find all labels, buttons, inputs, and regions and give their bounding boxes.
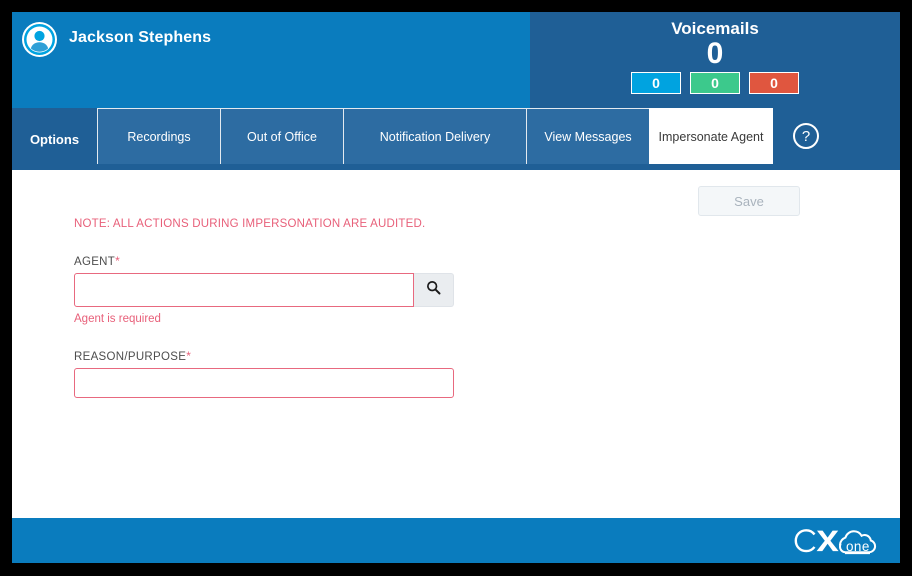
audit-note: NOTE: ALL ACTIONS DURING IMPERSONATION A…	[74, 218, 426, 230]
cxone-logo: one	[786, 521, 884, 563]
tab-recordings[interactable]: Recordings	[97, 108, 221, 164]
user-avatar-icon	[22, 22, 57, 57]
svg-text:one: one	[846, 539, 870, 554]
tab-impersonate-agent[interactable]: Impersonate Agent	[649, 108, 773, 164]
search-icon	[426, 280, 441, 300]
content-area: Save NOTE: ALL ACTIONS DURING IMPERSONAT…	[12, 170, 900, 518]
agent-search-input[interactable]	[74, 273, 414, 307]
header-user-section: Jackson Stephens	[12, 12, 530, 108]
app-footer: one	[12, 518, 900, 563]
user-name-label: Jackson Stephens	[69, 29, 212, 46]
tab-out-of-office[interactable]: Out of Office	[220, 108, 344, 164]
agent-required-marker: *	[115, 254, 121, 268]
agent-field-block: AGENT* Agent is required	[74, 254, 774, 325]
voicemails-panel: Voicemails 0 0 0 0	[530, 12, 900, 108]
voicemail-badge-group: 0 0 0	[631, 72, 799, 94]
agent-search-button[interactable]	[414, 273, 454, 307]
save-button[interactable]: Save	[698, 186, 800, 216]
save-button-row: Save	[698, 186, 800, 216]
impersonate-agent-form: NOTE: ALL ACTIONS DURING IMPERSONATION A…	[74, 218, 774, 398]
reason-field-block: REASON/PURPOSE*	[74, 349, 774, 398]
screenshot-frame: Jackson Stephens Voicemails 0 0 0 0 Opti…	[0, 0, 912, 576]
application-window: Jackson Stephens Voicemails 0 0 0 0 Opti…	[12, 12, 900, 563]
tab-bar: Options Recordings Out of Office Notific…	[12, 108, 900, 170]
tab-notification-delivery[interactable]: Notification Delivery	[343, 108, 527, 164]
tab-view-messages[interactable]: View Messages	[526, 108, 650, 164]
agent-label-text: AGENT	[74, 256, 116, 268]
voicemail-badge-new[interactable]: 0	[631, 72, 681, 94]
agent-field-label: AGENT*	[74, 254, 774, 268]
options-label: Options	[29, 131, 80, 147]
help-button-wrapper: ?	[772, 108, 819, 164]
help-icon[interactable]: ?	[793, 123, 819, 149]
agent-input-row	[74, 273, 454, 307]
reason-field-label: REASON/PURPOSE*	[74, 349, 774, 363]
reason-purpose-input[interactable]	[74, 368, 454, 398]
voicemail-badge-saved[interactable]: 0	[690, 72, 740, 94]
tab-list: Recordings Out of Office Notification De…	[97, 108, 773, 164]
voicemails-total-count: 0	[706, 37, 724, 70]
app-header: Jackson Stephens Voicemails 0 0 0 0	[12, 12, 900, 108]
agent-error-message: Agent is required	[74, 313, 161, 325]
voicemail-badge-urgent[interactable]: 0	[749, 72, 799, 94]
reason-label-text: REASON/PURPOSE	[74, 351, 187, 363]
reason-required-marker: *	[186, 349, 192, 363]
